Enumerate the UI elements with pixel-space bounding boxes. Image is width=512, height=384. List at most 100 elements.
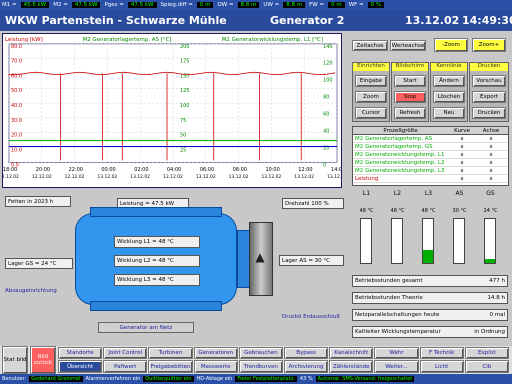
status-value-m2: 47.5 kW bbox=[71, 2, 101, 8]
bar-header: AS bbox=[455, 190, 464, 197]
nav-row1-button[interactable]: Turbinen bbox=[148, 347, 193, 359]
zoom-button[interactable]: Zoom bbox=[355, 91, 387, 103]
bottom-nav: Stat bild Bild zurück Standorte Joint Contr… bbox=[0, 346, 512, 374]
y-left-tick: 30.0 bbox=[11, 118, 22, 124]
nav-row2-button[interactable]: Messwerte bbox=[193, 360, 238, 373]
nav-row1-button[interactable]: Bypass bbox=[284, 347, 329, 359]
nav-row2-button[interactable]: Weiter... bbox=[374, 360, 419, 373]
group-title: Drucken bbox=[470, 63, 508, 71]
nav-row2-button[interactable]: Trendkurven bbox=[238, 360, 283, 373]
start-button[interactable]: Start bbox=[394, 75, 426, 87]
legend-row[interactable]: M2 Generatorwicklungstemp. L3 x x bbox=[353, 167, 508, 175]
y-mid-tick: 175 bbox=[180, 59, 189, 65]
info-field: Betriebsstunden Theorie 14.8 h bbox=[352, 292, 508, 304]
info-value: 14.8 h bbox=[487, 295, 505, 301]
bar-header: L3 bbox=[424, 190, 433, 197]
legend-row-axis: x bbox=[489, 151, 493, 158]
cursor-button[interactable]: Cursor bbox=[355, 107, 387, 119]
legend-row-curve: x bbox=[460, 135, 464, 142]
nav-left-button[interactable]: Bild zurück bbox=[30, 346, 56, 374]
zoom-out-button[interactable]: -Zoom bbox=[434, 38, 468, 52]
legend-table: Prozeßgröße Kurve Achse M2 Generatorlage… bbox=[352, 126, 509, 186]
chart-top-label: M2 Generatorlagertemp. AS [°C] bbox=[83, 37, 172, 43]
footer-item: Freier Festplattenplatz: bbox=[235, 376, 297, 382]
nav-row1-button[interactable]: F Technik bbox=[419, 347, 464, 359]
legend-row-name: M2 Generatorlagertemp. GS bbox=[355, 143, 433, 150]
y-mid-tick: 200 bbox=[180, 44, 189, 50]
legend-row-axis: x bbox=[489, 143, 493, 150]
legend-row-axis: x bbox=[489, 159, 493, 166]
nav-row2-button[interactable]: Pafiwert bbox=[103, 360, 148, 373]
bar-header: GS bbox=[486, 190, 495, 197]
nav-row1-button[interactable]: Kanalschnitt bbox=[329, 347, 374, 359]
bar-header: L2 bbox=[393, 190, 402, 197]
x-time-tick: 18:00 bbox=[3, 167, 17, 173]
status-value-spiegdiff: 0 m bbox=[196, 2, 214, 8]
status-label-ow: OW = bbox=[217, 2, 234, 8]
bar-fill bbox=[423, 249, 433, 263]
status-value-ow: 8.8 m bbox=[237, 2, 260, 8]
nav-row2-button[interactable]: Licht bbox=[419, 360, 464, 373]
bar-track bbox=[391, 218, 403, 264]
nav-row1-button[interactable]: Explizi bbox=[464, 347, 509, 359]
legend-row[interactable]: M2 Generatorwicklungstemp. L2 x x bbox=[353, 159, 508, 167]
legend-row[interactable]: M2 Generatorlagertemp. GS x x bbox=[353, 143, 508, 151]
nav-row2-button[interactable]: Übersicht bbox=[58, 360, 103, 373]
nav-row1-button[interactable]: Joint Control bbox=[103, 347, 148, 359]
export-button[interactable]: Export bbox=[472, 91, 506, 103]
x-date-tick: 13.12.02 bbox=[97, 174, 117, 180]
legend-header-axis: Achse bbox=[482, 127, 500, 134]
status-label-uw: UW = bbox=[263, 2, 280, 8]
status-value-m1: 45.5 kW bbox=[20, 2, 50, 8]
footer-item: HD-Ablage ein bbox=[196, 376, 233, 382]
nav-row1-button[interactable]: Gebrauchen bbox=[238, 347, 283, 359]
refresh-button[interactable]: Refresh bbox=[394, 107, 426, 119]
wicklung-l1-text: Wicklung L1 = 48 °C bbox=[117, 239, 174, 245]
neu-button[interactable]: Neu bbox=[433, 107, 465, 119]
y-mid-tick: 25 bbox=[180, 147, 186, 153]
drehzahl-text: Drehzahl 100 % bbox=[285, 200, 329, 207]
stop-button[interactable]: Stop bbox=[394, 91, 426, 103]
x-time-tick: 14:00 bbox=[331, 167, 341, 173]
legend-header: Prozeßgröße Kurve Achse bbox=[353, 127, 508, 135]
x-date-tick: 13.12.02 bbox=[261, 174, 281, 180]
time-axis-button[interactable]: Zeitachse bbox=[352, 40, 388, 51]
footer-item: Quittierquittier ein bbox=[143, 376, 194, 382]
nav-row2-button[interactable]: Freigabebitten bbox=[148, 360, 193, 373]
nav-row2-button[interactable]: Archivierung bbox=[284, 360, 329, 373]
status-value-fw: 0 m bbox=[328, 2, 345, 8]
aendern-button[interactable]: Ändern bbox=[433, 75, 465, 87]
value-axis-button[interactable]: Werteachse bbox=[390, 40, 426, 51]
nav-row2-button[interactable]: Zählerstände bbox=[329, 360, 374, 373]
legend-row[interactable]: M2 Generatorwicklungstemp. L1 x x bbox=[353, 151, 508, 159]
druck-label: Druckö Erdausschluß bbox=[282, 314, 340, 320]
chart-top-label: M2 Generatorwicklungstemp. L1 [°C] bbox=[222, 37, 323, 43]
x-date-tick: 13.12.02 bbox=[294, 174, 314, 180]
nav-row2-button[interactable]: Cib bbox=[464, 360, 509, 373]
status-bar: M1 = 45.5 kW M2 = 47.5 kW Pges = 47.5 kW Sp… bbox=[0, 0, 512, 10]
generator-am-netz-indicator: Generator am Netz bbox=[98, 322, 194, 333]
nav-left-button[interactable]: Stat bild bbox=[2, 346, 28, 374]
footer-item: Benutzer: bbox=[2, 376, 27, 382]
legend-header-name: Prozeßgröße bbox=[383, 127, 418, 134]
legend-row[interactable]: M2 Generatorlagertemp. AS x x bbox=[353, 135, 508, 143]
nav-row1-button[interactable]: Generatoren bbox=[193, 347, 238, 359]
status-value-uw: 8.8 m bbox=[283, 2, 306, 8]
nav-row1-button[interactable]: Wehr bbox=[374, 347, 419, 359]
bar-track bbox=[453, 218, 465, 264]
y-mid-tick: 50 bbox=[180, 133, 186, 139]
zoom-in-button[interactable]: Zoom+ bbox=[472, 38, 506, 52]
temp-bars: L1 48 °C L2 48 °C L3 48 °C AS 30 °C GS 24 °C bbox=[350, 190, 510, 270]
loeschen-button[interactable]: Löschen bbox=[433, 91, 465, 103]
eingabe-button[interactable]: Eingabe bbox=[355, 75, 387, 87]
nav-row1-button[interactable]: Standorte bbox=[58, 347, 103, 359]
trend-chart[interactable]: Leistung [kW] M2 Generatorlagertemp. AS [… bbox=[0, 33, 347, 188]
info-label: Betriebsstunden gesamt bbox=[355, 278, 423, 284]
lager-as-text: Lager AS = 30 °C bbox=[282, 257, 331, 264]
fetten-text: Fetten in 2023 h bbox=[8, 198, 54, 205]
drucken-button[interactable]: Drucken bbox=[472, 107, 506, 119]
legend-row[interactable]: Leistung x x bbox=[353, 175, 508, 183]
vorschau-button[interactable]: Vorschau bbox=[472, 75, 506, 87]
y-right-tick: 120 bbox=[323, 61, 332, 67]
bar-value: 24 °C bbox=[483, 208, 498, 214]
